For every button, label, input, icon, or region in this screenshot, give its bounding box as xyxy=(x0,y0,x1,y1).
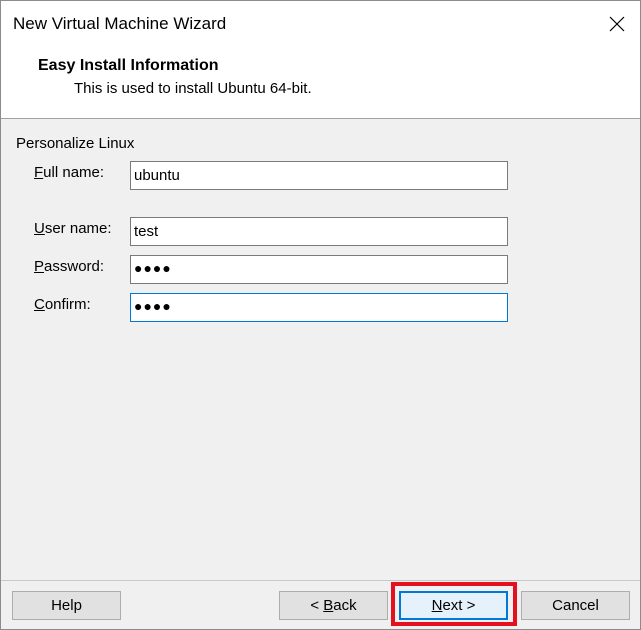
close-button[interactable] xyxy=(594,1,640,47)
password-label: Password: xyxy=(34,258,104,275)
button-bar: Help < Back Next > Cancel xyxy=(1,580,640,629)
password-input[interactable]: ●●●● xyxy=(130,255,508,284)
confirm-accel: C xyxy=(34,296,45,313)
back-prefix: < xyxy=(310,597,324,614)
back-button[interactable]: < Back xyxy=(279,591,388,620)
next-label-text: ext > xyxy=(442,597,476,614)
close-icon xyxy=(609,16,625,32)
password-accel: P xyxy=(34,258,45,275)
full-name-label: Full name: xyxy=(34,164,104,181)
confirm-label: Confirm: xyxy=(34,296,91,313)
full-name-input[interactable]: ubuntu xyxy=(130,161,508,190)
password-label-text: assword: xyxy=(44,258,105,275)
confirm-label-text: onfirm: xyxy=(44,296,91,313)
title-bar: New Virtual Machine Wizard xyxy=(1,1,640,47)
user-name-label-text: ser name: xyxy=(44,220,112,237)
cancel-button[interactable]: Cancel xyxy=(521,591,630,620)
help-button[interactable]: Help xyxy=(12,591,121,620)
next-accel: N xyxy=(431,597,443,614)
wizard-window: New Virtual Machine Wizard Easy Install … xyxy=(0,0,641,630)
group-label: Personalize Linux xyxy=(16,135,135,152)
user-name-accel: U xyxy=(34,220,45,237)
user-name-label: User name: xyxy=(34,220,112,237)
window-title: New Virtual Machine Wizard xyxy=(13,14,227,33)
header-subtitle: This is used to install Ubuntu 64-bit. xyxy=(74,80,312,97)
full-name-accel: F xyxy=(34,164,44,181)
back-label-text: ack xyxy=(333,597,357,614)
confirm-mask: ●●●● xyxy=(134,298,172,314)
next-button[interactable]: Next > xyxy=(399,591,508,620)
full-name-label-text: ull name: xyxy=(43,164,105,181)
form-panel: Personalize Linux Full name: ubuntu User… xyxy=(1,120,640,580)
wizard-header: Easy Install Information This is used to… xyxy=(1,47,640,119)
back-accel: B xyxy=(323,597,334,614)
password-mask: ●●●● xyxy=(134,260,172,276)
header-title: Easy Install Information xyxy=(38,57,219,74)
confirm-input[interactable]: ●●●● xyxy=(130,293,508,322)
user-name-input[interactable]: test xyxy=(130,217,508,246)
